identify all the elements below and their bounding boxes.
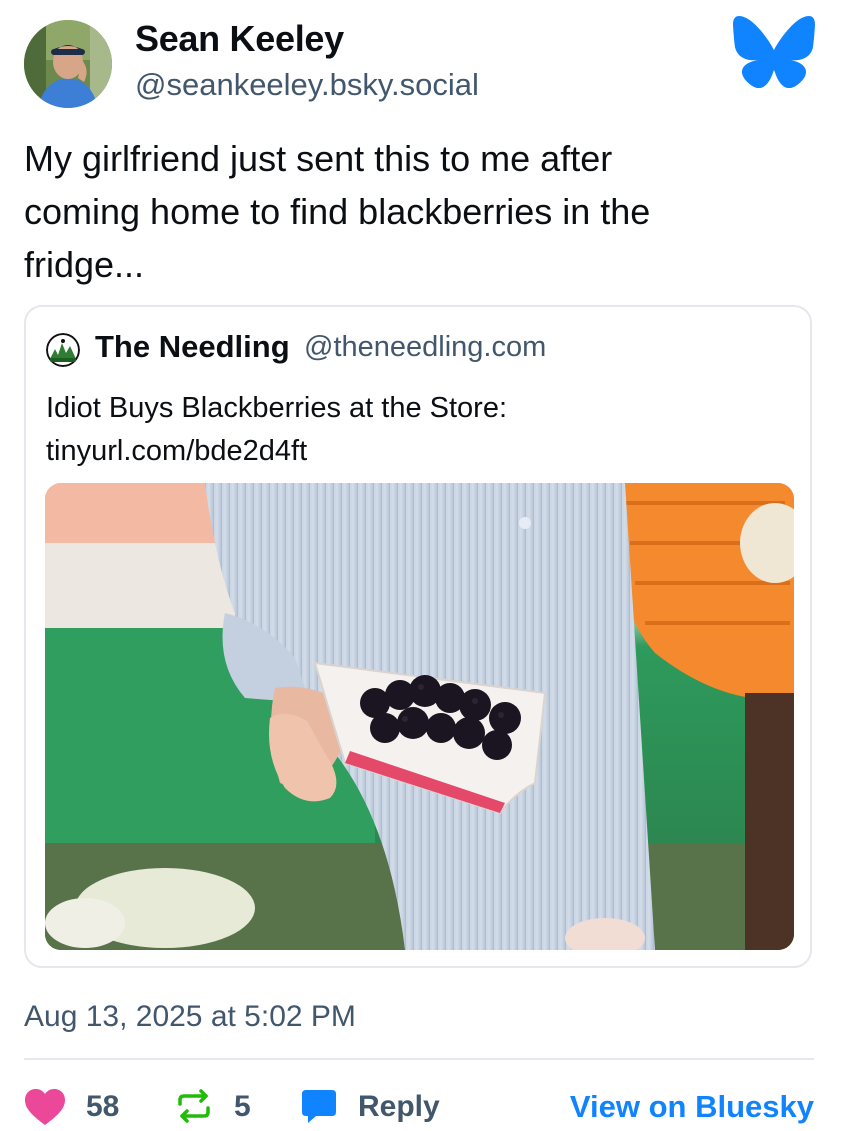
divider — [24, 1058, 814, 1060]
quoted-author-name[interactable]: The Needling — [95, 329, 290, 365]
quoted-post-text: Idiot Buys Blackberries at the Store: ti… — [46, 387, 507, 473]
author-handle[interactable]: @seankeeley.bsky.social — [135, 67, 479, 103]
post-text-line: fridge... — [24, 244, 145, 285]
post-timestamp[interactable]: Aug 13, 2025 at 5:02 PM — [24, 1000, 356, 1034]
reply-button[interactable]: Reply — [358, 1090, 440, 1124]
heart-icon[interactable] — [24, 1088, 66, 1131]
quoted-post-card[interactable]: The Needling @theneedling.com Idiot Buys… — [24, 305, 812, 968]
author-name[interactable]: Sean Keeley — [135, 18, 344, 60]
bluesky-butterfly-icon[interactable] — [733, 16, 815, 89]
repost-icon[interactable] — [176, 1088, 212, 1129]
like-count[interactable]: 58 — [86, 1090, 119, 1124]
quoted-author-avatar[interactable] — [46, 333, 80, 367]
post-text-line: My girlfriend just sent this to me after — [24, 138, 613, 179]
reply-bubble-icon[interactable] — [300, 1088, 338, 1131]
quoted-post-image[interactable] — [45, 483, 794, 950]
view-on-bluesky-link[interactable]: View on Bluesky — [570, 1089, 814, 1125]
author-avatar[interactable] — [24, 20, 112, 108]
action-bar: 58 5 Reply View on Bluesky — [0, 1080, 842, 1130]
quoted-author-handle[interactable]: @theneedling.com — [304, 331, 546, 364]
post-text: My girlfriend just sent this to me after… — [24, 132, 814, 291]
quoted-text-line: Idiot Buys Blackberries at the Store: — [46, 392, 507, 424]
quoted-link[interactable]: tinyurl.com/bde2d4ft — [46, 430, 507, 473]
post-text-line: coming home to find blackberries in the — [24, 191, 651, 232]
repost-count[interactable]: 5 — [234, 1090, 251, 1124]
